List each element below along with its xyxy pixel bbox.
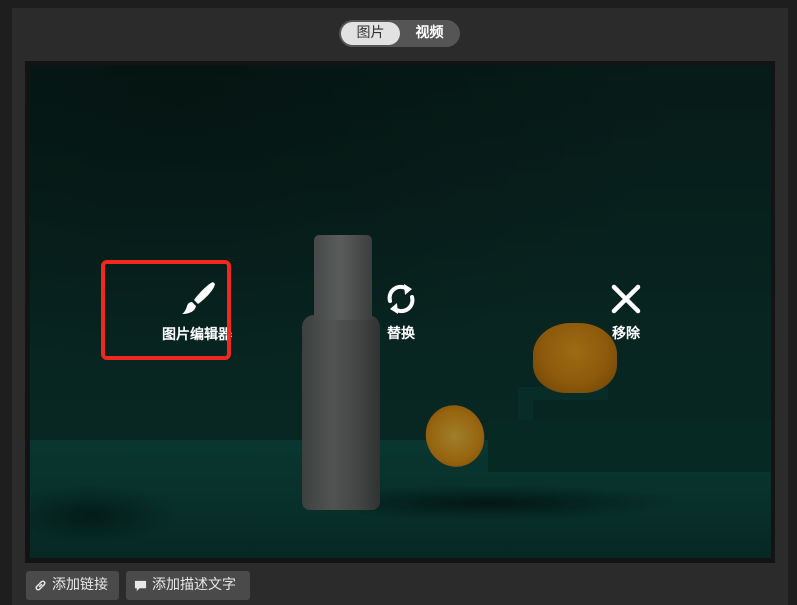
tab-video[interactable]: 视频 [401,22,458,45]
tab-image[interactable]: 图片 [341,22,400,45]
remove-label: 移除 [612,326,640,342]
remove-button[interactable]: 移除 [586,281,666,343]
add-description-button[interactable]: 添加描述文字 [126,571,250,600]
replace-label: 替换 [387,326,415,342]
add-link-button[interactable]: 添加链接 [26,571,119,600]
add-description-label: 添加描述文字 [152,577,236,593]
replace-button[interactable]: 替换 [361,281,441,343]
add-link-label: 添加链接 [52,577,108,593]
media-type-switch: 图片 视频 [339,20,460,47]
highlight-box [101,260,231,360]
close-icon [586,281,666,317]
refresh-icon [361,281,441,317]
